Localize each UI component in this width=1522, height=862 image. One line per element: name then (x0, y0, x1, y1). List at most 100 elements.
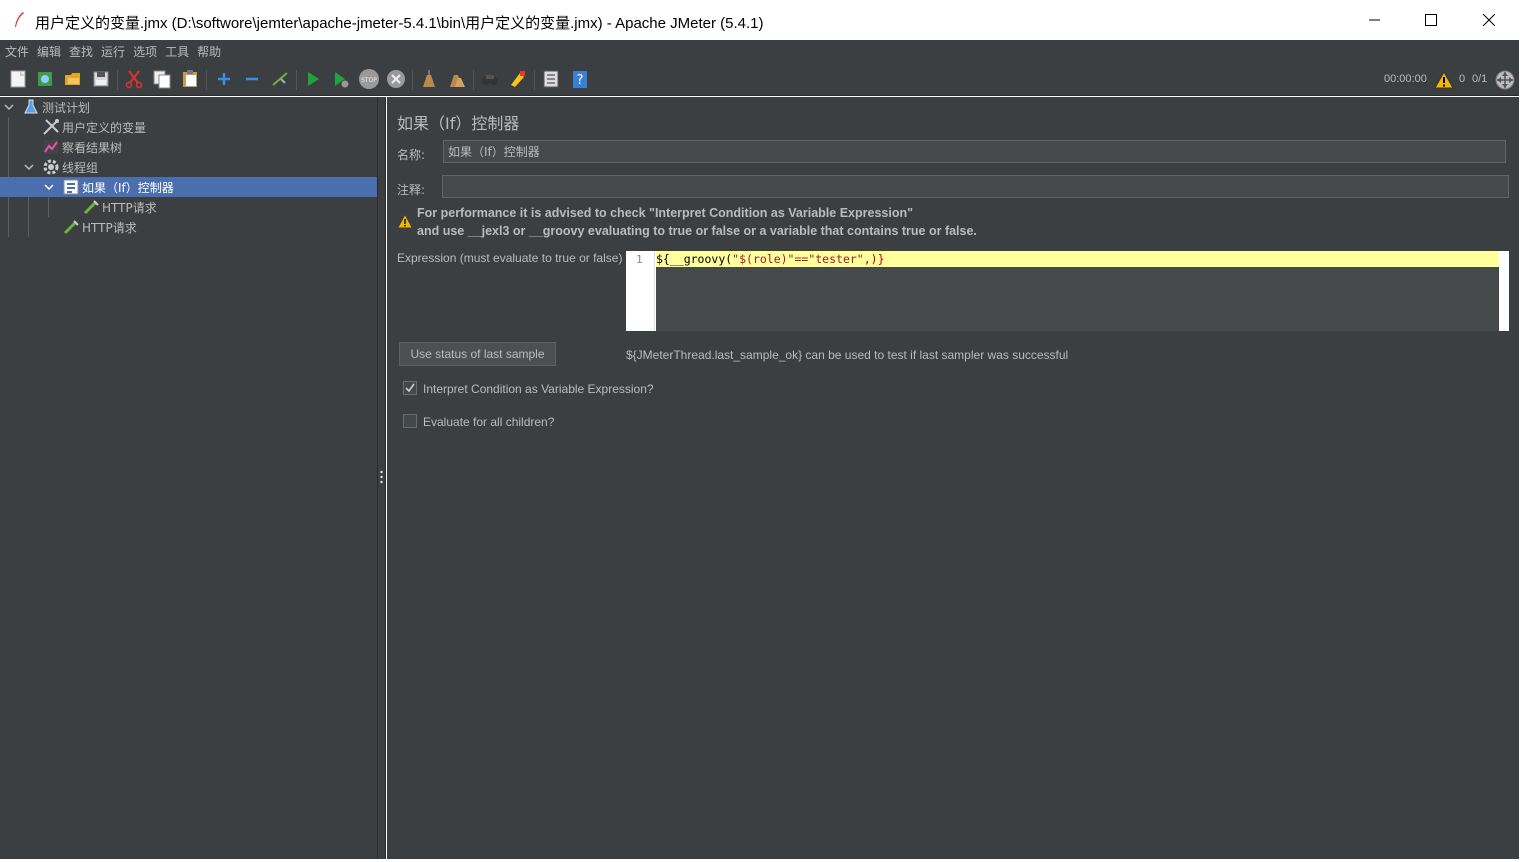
comment-field[interactable] (442, 175, 1509, 198)
pipette-icon (63, 220, 79, 235)
tree-item-label: HTTP请求 (82, 220, 137, 235)
if-controller-panel: 如果（If）控制器 名称: 如果（If）控制器 注释: For performa… (387, 97, 1519, 859)
name-field[interactable]: 如果（If）控制器 (443, 140, 1506, 163)
toolbar-separator (117, 70, 118, 90)
error-count: 0 (1459, 73, 1466, 85)
tools-icon (43, 119, 59, 135)
menu-search[interactable]: 查找 (69, 43, 93, 60)
name-label: 名称: (397, 148, 426, 162)
function-helper-icon[interactable] (541, 69, 561, 89)
tree-guide-line (48, 197, 49, 217)
interpret-condition-checkbox[interactable] (403, 381, 417, 395)
menu-tools[interactable]: 工具 (165, 43, 189, 60)
expression-label: Expression (must evaluate to true or fal… (397, 251, 623, 265)
collapse-icon[interactable] (242, 69, 262, 89)
code-string: "$(role)"=="tester" (732, 252, 864, 266)
start-icon[interactable] (303, 69, 323, 89)
search-icon[interactable] (480, 69, 500, 89)
new-icon[interactable] (8, 69, 28, 89)
remote-status-icon[interactable] (1495, 70, 1515, 90)
clear-all-icon[interactable] (447, 69, 467, 89)
toolbar-separator (296, 70, 297, 90)
menu-file[interactable]: 文件 (5, 43, 29, 60)
toolbar-separator (534, 70, 535, 90)
test-plan-tree: 测试计划 用户定义的变量 察看结果树 线程组 如果（If）控制器 HTTP请求 … (0, 97, 377, 859)
performance-warning-line2: and use __jexl3 or __groovy evaluating t… (417, 224, 977, 238)
help-icon[interactable]: ? (570, 69, 590, 89)
evaluate-all-children-label[interactable]: Evaluate for all children? (423, 415, 554, 429)
toolbar-separator (412, 70, 413, 90)
close-icon (1483, 14, 1495, 26)
shutdown-icon[interactable] (386, 69, 406, 89)
window-title-bar: 用户定义的变量.jmx (D:\softwore\jemter\apache-j… (0, 0, 1522, 40)
tree-item-label: HTTP请求 (102, 200, 157, 215)
active-threads: 0/1 (1472, 73, 1488, 85)
tree-item-if-controller[interactable]: 如果（If）控制器 (0, 177, 377, 197)
templates-icon[interactable] (35, 69, 55, 89)
interpret-condition-label[interactable]: Interpret Condition as Variable Expressi… (423, 382, 654, 396)
start-no-pause-icon[interactable] (331, 69, 351, 89)
toolbar-separator (473, 70, 474, 90)
maximize-icon (1425, 14, 1437, 26)
reset-search-icon[interactable] (508, 69, 528, 89)
tree-item-thread-group[interactable]: 线程组 (42, 157, 98, 177)
code-open-brace: ${ (656, 252, 670, 266)
close-button[interactable] (1460, 0, 1518, 40)
minimize-button[interactable] (1346, 0, 1404, 40)
menu-bar: 文件 编辑 查找 运行 选项 工具 帮助 (0, 40, 1519, 62)
drag-handle-icon[interactable] (380, 470, 383, 484)
window-title: 用户定义的变量.jmx (D:\softwore\jemter\apache-j… (35, 15, 764, 32)
tree-item-http-request[interactable]: HTTP请求 (62, 217, 137, 237)
expression-code: ${__groovy("$(role)"=="tester",)} (656, 252, 885, 266)
gear-icon (43, 159, 59, 175)
code-function: __groovy( (669, 252, 733, 266)
svg-text:?: ? (577, 73, 584, 88)
jmeter-feather-icon (15, 12, 24, 27)
chart-icon (44, 140, 58, 154)
panel-title: 如果（If）控制器 (397, 114, 520, 133)
elapsed-time: 00:00:00 (1384, 73, 1427, 85)
line-number: 1 (636, 253, 643, 266)
performance-warning-line1: For performance it is advised to check "… (417, 206, 914, 220)
tree-item-label: 测试计划 (42, 100, 91, 115)
minimize-icon (1369, 19, 1380, 21)
chevron-down-icon[interactable] (44, 182, 54, 192)
chevron-down-icon[interactable] (4, 102, 14, 112)
editor-body[interactable]: ${__groovy("$(role)"=="tester",)} (656, 251, 1499, 331)
tree-item-label: 察看结果树 (62, 140, 123, 155)
save-icon[interactable] (91, 69, 111, 89)
tree-item-label: 线程组 (62, 160, 99, 175)
stop-icon[interactable]: STOP (358, 68, 380, 90)
maximize-button[interactable] (1402, 0, 1460, 40)
flask-icon (24, 99, 38, 114)
svg-text:STOP: STOP (361, 77, 377, 84)
use-status-of-last-sample-button[interactable]: Use status of last sample (399, 342, 556, 366)
tree-item-http-request[interactable]: HTTP请求 (82, 197, 157, 217)
if-controller-icon (63, 179, 79, 195)
tree-item-test-plan[interactable]: 测试计划 (22, 97, 90, 117)
paste-icon[interactable] (180, 69, 200, 89)
warning-icon (398, 215, 412, 228)
toggle-icon[interactable] (270, 69, 290, 89)
expand-icon[interactable] (214, 69, 234, 89)
menu-edit[interactable]: 编辑 (37, 43, 61, 60)
comment-label: 注释: (397, 183, 426, 197)
pipette-icon (83, 200, 99, 215)
last-sample-hint: ${JMeterThread.last_sample_ok} can be us… (626, 348, 1069, 362)
chevron-down-icon[interactable] (24, 162, 34, 172)
menu-options[interactable]: 选项 (133, 43, 157, 60)
toolbar: STOP ? 00:00:00 0 0/1 (0, 62, 1519, 96)
checkmark-icon (405, 383, 415, 393)
copy-icon[interactable] (152, 69, 172, 89)
expression-editor[interactable]: 1 ${__groovy("$(role)"=="tester",)} (626, 251, 1509, 331)
clear-icon[interactable] (419, 69, 439, 89)
tree-item-view-results-tree[interactable]: 察看结果树 (42, 137, 122, 157)
menu-help[interactable]: 帮助 (197, 43, 221, 60)
tree-item-user-defined-variables[interactable]: 用户定义的变量 (42, 117, 146, 137)
open-icon[interactable] (63, 69, 83, 89)
evaluate-all-children-checkbox[interactable] (403, 414, 417, 428)
code-tail: ,)} (863, 252, 885, 266)
cut-icon[interactable] (124, 69, 144, 89)
warning-icon[interactable] (1434, 71, 1454, 89)
menu-run[interactable]: 运行 (101, 43, 125, 60)
